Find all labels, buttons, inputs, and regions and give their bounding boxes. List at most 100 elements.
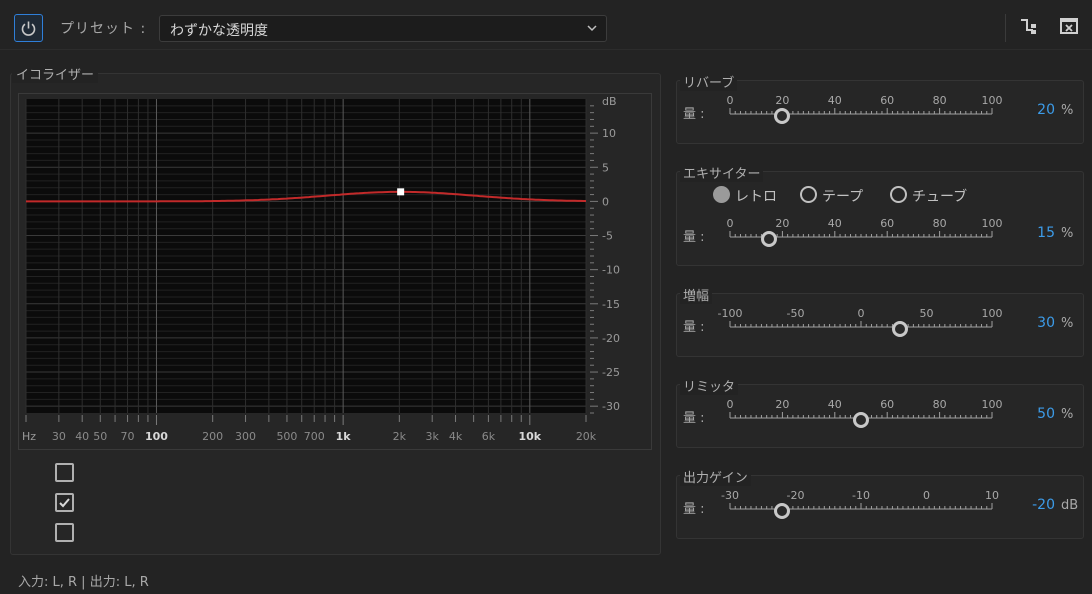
slider-scale-label: 0 (858, 307, 865, 320)
reverb-slider[interactable]: 0 20 40 60 80 100 (716, 92, 1006, 128)
routing-icon[interactable] (1018, 16, 1038, 36)
freq-tick-label: 100 (145, 430, 168, 443)
slider-value[interactable]: 50 (1010, 406, 1055, 422)
freq-axis-unit: Hz (22, 430, 36, 443)
slider-thumb[interactable] (853, 412, 869, 428)
power-icon (21, 21, 36, 36)
close-panel-icon[interactable] (1059, 16, 1079, 36)
slider-scale-label: 40 (828, 94, 842, 107)
exciter-mode-label: レトロ (735, 189, 777, 205)
slider-value[interactable]: 20 (1010, 102, 1055, 118)
freq-tick-label: 2k (393, 430, 407, 443)
slider-unit: dB (1061, 498, 1079, 513)
slider-value[interactable]: 30 (1010, 315, 1055, 331)
chevron-down-icon (587, 25, 597, 32)
slider-scale-label: 80 (933, 398, 947, 411)
output-gain-slider[interactable]: -30 -20 -10 0 10 (716, 487, 1006, 523)
slider-scale-label: 50 (920, 307, 934, 320)
freq-tick-label: 40 (75, 430, 89, 443)
band-enable-checkbox[interactable] (55, 463, 74, 482)
amount-label: 量 : (683, 230, 705, 245)
slider-scale-label: -10 (852, 489, 870, 502)
freq-tick-label: 6k (482, 430, 496, 443)
slider-value[interactable]: -20 (1010, 497, 1055, 513)
reverb-title: リバーブ (680, 72, 738, 91)
freq-tick-label: 1k (336, 430, 352, 443)
slider-scale-label: 0 (727, 94, 734, 107)
exciter-title: エキサイター (680, 163, 764, 182)
db-axis-unit: dB (602, 95, 617, 108)
slider-scale-label: 0 (727, 398, 734, 411)
slider-scale-label: 40 (828, 217, 842, 230)
peaking-band-handle[interactable] (397, 188, 405, 196)
slider-scale-label: 60 (880, 94, 894, 107)
exciter-mode-label: チューブ (912, 189, 968, 205)
freq-tick-label: 70 (121, 430, 135, 443)
slider-scale-label: 0 (923, 489, 930, 502)
db-tick-label: -30 (602, 400, 620, 413)
equalizer-graph[interactable]: dB1050-5-10-15-20-25-30Hz 30 40 50 70 100 200 3… (18, 93, 652, 450)
slider-scale-label: 60 (880, 398, 894, 411)
eq-band-row (55, 463, 625, 483)
band-enable-checkbox[interactable] (55, 493, 74, 512)
preset-dropdown[interactable]: わずかな透明度 (159, 15, 607, 42)
freq-tick-label: 3k (426, 430, 440, 443)
freq-tick-label: 50 (93, 430, 107, 443)
eq-band-row (55, 493, 625, 513)
exciter-mode-radio[interactable] (713, 186, 730, 203)
widening-slider[interactable]: -100 -50 0 50 100 (716, 305, 1006, 341)
freq-tick-label: 4k (449, 430, 463, 443)
slider-scale-label: 0 (727, 217, 734, 230)
toolbar-separator (1005, 14, 1006, 42)
freq-tick-label: 700 (304, 430, 325, 443)
amount-label: 量 : (683, 320, 705, 335)
slider-scale-label: 100 (982, 307, 1003, 320)
slider-scale-label: 80 (933, 217, 947, 230)
db-tick-label: 0 (602, 195, 609, 208)
slider-scale-label: 80 (933, 94, 947, 107)
db-tick-label: 10 (602, 127, 616, 140)
slider-unit: % (1061, 103, 1074, 118)
exciter-mode-radio[interactable] (800, 186, 817, 203)
slider-scale-label: 20 (775, 398, 789, 411)
exciter-slider[interactable]: 0 20 40 60 80 100 (716, 215, 1006, 251)
slider-scale-label: -20 (787, 489, 805, 502)
freq-tick-label: 300 (235, 430, 256, 443)
slider-scale-label: -30 (721, 489, 739, 502)
freq-tick-label: 200 (202, 430, 223, 443)
amount-label: 量 : (683, 411, 705, 426)
preset-value: わずかな透明度 (170, 23, 268, 39)
checkmark-icon (59, 498, 70, 508)
slider-scale-label: 40 (828, 398, 842, 411)
slider-unit: % (1061, 316, 1074, 331)
freq-tick-label: 10k (518, 430, 541, 443)
widening-title: 増幅 (680, 285, 713, 304)
exciter-mode-radio[interactable] (890, 186, 907, 203)
db-tick-label: -20 (602, 332, 620, 345)
slider-scale-label: 20 (775, 217, 789, 230)
slider-scale-label: 100 (982, 398, 1003, 411)
freq-tick-label: 20k (576, 430, 597, 443)
slider-scale-label: 100 (982, 94, 1003, 107)
db-tick-label: 5 (602, 161, 609, 174)
slider-scale-label: 20 (775, 94, 789, 107)
freq-tick-label: 500 (276, 430, 297, 443)
slider-value[interactable]: 15 (1010, 225, 1055, 241)
band-enable-checkbox[interactable] (55, 523, 74, 542)
slider-scale-label: -100 (718, 307, 743, 320)
slider-scale-label: -50 (787, 307, 805, 320)
slider-scale-label: 60 (880, 217, 894, 230)
exciter-mode-label: テープ (822, 189, 864, 205)
slider-scale-label: 100 (982, 217, 1003, 230)
db-tick-label: -5 (602, 230, 613, 243)
amount-label: 量 : (683, 107, 705, 122)
slider-unit: % (1061, 226, 1074, 241)
equalizer-title: イコライザー (12, 64, 99, 83)
io-routing-label: 入力: L, R | 出力: L, R (18, 575, 149, 590)
amount-label: 量 : (683, 502, 705, 517)
db-tick-label: -25 (602, 366, 620, 379)
power-button[interactable] (14, 14, 43, 42)
freq-tick-label: 30 (52, 430, 66, 443)
output-gain-title: 出力ゲイン (680, 467, 751, 486)
slider-scale-label: 10 (985, 489, 999, 502)
